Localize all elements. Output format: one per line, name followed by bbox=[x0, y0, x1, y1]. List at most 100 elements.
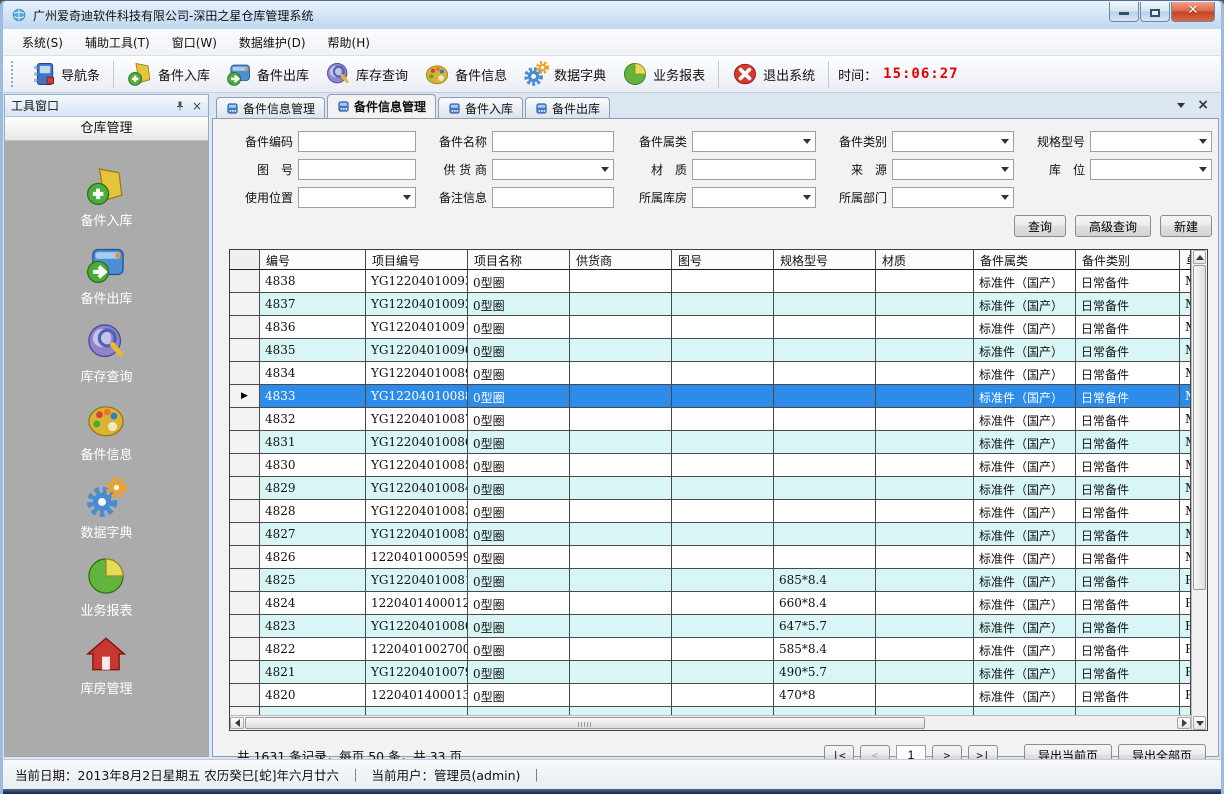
field-select[interactable] bbox=[692, 131, 816, 152]
table-row[interactable]: 4830YG122040100850型圈标准件（国产）日常备件M bbox=[230, 454, 1191, 477]
sidebar-group-header[interactable]: 仓库管理 bbox=[5, 117, 208, 141]
sidebar-item[interactable]: 备件入库 bbox=[80, 165, 132, 229]
table-cell bbox=[672, 454, 774, 477]
sidebar-item[interactable]: 备件信息 bbox=[80, 399, 132, 463]
field-select[interactable] bbox=[892, 187, 1014, 208]
scroll-up-button[interactable] bbox=[1193, 250, 1206, 264]
sidebar-item-label: 备件出库 bbox=[80, 288, 132, 307]
table-cell bbox=[876, 592, 974, 615]
table-row[interactable]: 4835YG122040100900型圈标准件（国产）日常备件M bbox=[230, 339, 1191, 362]
table-cell: 0型圈 bbox=[468, 454, 570, 477]
table-cell: M bbox=[1180, 454, 1191, 477]
table-cell bbox=[876, 431, 974, 454]
sidebar-item[interactable]: 库房管理 bbox=[80, 633, 132, 697]
field-select[interactable] bbox=[492, 159, 614, 180]
table-row[interactable]: 4825YG122040100810型圈685*8.4标准件（国产）日常备件PC bbox=[230, 569, 1191, 592]
field-select[interactable] bbox=[1090, 159, 1212, 180]
table-cell: 日常备件 bbox=[1076, 385, 1180, 408]
toolbar-button[interactable]: 备件出库 bbox=[218, 58, 317, 90]
toolbar-grip[interactable] bbox=[11, 61, 14, 87]
button-新建[interactable]: 新建 bbox=[1160, 215, 1212, 237]
table-cell bbox=[570, 385, 672, 408]
menu-item[interactable]: 帮助(H) bbox=[317, 29, 381, 56]
menu-item[interactable]: 数据维护(D) bbox=[228, 29, 317, 56]
table-row[interactable]: 4837YG122040100920型圈标准件（国产）日常备件M bbox=[230, 293, 1191, 316]
vertical-scrollbar[interactable] bbox=[1191, 250, 1207, 730]
table-row[interactable]: 482412204014000120型圈660*8.4标准件（国产）日常备件PC bbox=[230, 592, 1191, 615]
status-separator: ｜ bbox=[530, 765, 543, 784]
minimize-button[interactable] bbox=[1109, 2, 1139, 22]
table-cell bbox=[876, 500, 974, 523]
table-row[interactable]: 4836YG122040100910型圈标准件（国产）日常备件M bbox=[230, 316, 1191, 339]
menu-item[interactable]: 窗口(W) bbox=[161, 29, 228, 56]
stock-query-icon bbox=[325, 61, 351, 87]
table-cell: 4831 bbox=[260, 431, 366, 454]
table-cell bbox=[570, 661, 672, 684]
sidebar-item[interactable]: 库存查询 bbox=[80, 321, 132, 385]
toolbar-button[interactable]: 退出系统 bbox=[724, 58, 823, 90]
arrow-down-icon bbox=[1196, 721, 1204, 730]
table-row[interactable]: 4832YG122040100870型圈标准件（国产）日常备件M bbox=[230, 408, 1191, 431]
table-cell: 0型圈 bbox=[468, 500, 570, 523]
sidebar-item[interactable]: 业务报表 bbox=[80, 555, 132, 619]
horizontal-scrollbar[interactable] bbox=[230, 715, 1191, 730]
maximize-button[interactable] bbox=[1140, 2, 1170, 22]
table-row[interactable]: 4821YG122040100790型圈490*5.7标准件（国产）日常备件PC bbox=[230, 661, 1191, 684]
table-cell bbox=[876, 615, 974, 638]
table-row[interactable]: ▶4833YG122040100880型圈标准件（国产）日常备件M bbox=[230, 385, 1191, 408]
sidebar-close-icon[interactable]: × bbox=[192, 100, 202, 112]
table-row[interactable]: 482612204010005990型圈标准件（国产）日常备件M bbox=[230, 546, 1191, 569]
table-row[interactable]: 482212204010027000型圈585*8.4标准件（国产）日常备件PC bbox=[230, 638, 1191, 661]
vertical-scroll-thumb[interactable] bbox=[1193, 265, 1206, 590]
toolbar-button[interactable]: 数据字典 bbox=[515, 58, 614, 90]
field-select[interactable] bbox=[892, 131, 1014, 152]
tab-close-icon[interactable]: × bbox=[1197, 98, 1209, 112]
table-row[interactable]: 4827YG122040100820型圈标准件（国产）日常备件M bbox=[230, 523, 1191, 546]
table-row[interactable] bbox=[230, 707, 1191, 715]
close-button[interactable]: ✕ bbox=[1171, 2, 1215, 22]
table-row[interactable]: 4834YG122040100890型圈标准件（国产）日常备件M bbox=[230, 362, 1191, 385]
tab-备件入库[interactable]: 备件入库 bbox=[438, 97, 523, 118]
toolbar-button[interactable]: 库存查询 bbox=[317, 58, 416, 90]
field-input[interactable] bbox=[298, 159, 416, 180]
scroll-left-button[interactable] bbox=[230, 717, 244, 729]
table-cell: 4821 bbox=[260, 661, 366, 684]
pin-icon[interactable] bbox=[174, 100, 186, 112]
toolbar-button[interactable]: 导航条 bbox=[22, 58, 108, 90]
table-cell bbox=[876, 316, 974, 339]
table-cell: YG12204010091 bbox=[366, 316, 468, 339]
sidebar-item[interactable]: 数据字典 bbox=[80, 477, 132, 541]
field-input[interactable] bbox=[492, 187, 614, 208]
field-select[interactable] bbox=[298, 187, 416, 208]
menu-bar: 系统(S)辅助工具(T)窗口(W)数据维护(D)帮助(H) bbox=[3, 29, 1221, 56]
menu-item[interactable]: 辅助工具(T) bbox=[74, 29, 161, 56]
table-row[interactable]: 4838YG122040100930型圈标准件（国产）日常备件M bbox=[230, 270, 1191, 293]
menu-item[interactable]: 系统(S) bbox=[11, 29, 74, 56]
field-input[interactable] bbox=[692, 159, 816, 180]
field-select[interactable] bbox=[1090, 131, 1212, 152]
table-row[interactable]: 4831YG122040100860型圈标准件（国产）日常备件M bbox=[230, 431, 1191, 454]
table-row[interactable]: 482012204014000130型圈470*8标准件（国产）日常备件PC bbox=[230, 684, 1191, 707]
tab-备件出库[interactable]: 备件出库 bbox=[525, 97, 610, 118]
horizontal-scroll-thumb[interactable] bbox=[245, 717, 925, 729]
scroll-down-button[interactable] bbox=[1193, 716, 1206, 730]
tab-list-dropdown-icon[interactable] bbox=[1177, 103, 1185, 112]
tab-备件信息管理[interactable]: 备件信息管理 bbox=[216, 97, 325, 118]
field-input[interactable] bbox=[492, 131, 614, 152]
tab-备件信息管理[interactable]: 备件信息管理 bbox=[327, 94, 436, 118]
table-row[interactable]: 4823YG122040100800型圈647*5.7标准件（国产）日常备件PC bbox=[230, 615, 1191, 638]
field-select[interactable] bbox=[892, 159, 1014, 180]
table-row[interactable]: 4829YG122040100840型圈标准件（国产）日常备件M bbox=[230, 477, 1191, 500]
table-row[interactable]: 4828YG122040100830型圈标准件（国产）日常备件M bbox=[230, 500, 1191, 523]
button-查询[interactable]: 查询 bbox=[1014, 215, 1066, 237]
field-input[interactable] bbox=[298, 131, 416, 152]
button-高级查询[interactable]: 高级查询 bbox=[1075, 215, 1151, 237]
field-select[interactable] bbox=[692, 187, 816, 208]
table-cell bbox=[570, 592, 672, 615]
toolbar-button[interactable]: 备件信息 bbox=[416, 58, 515, 90]
table-cell: 日常备件 bbox=[1076, 638, 1180, 661]
toolbar-button[interactable]: 业务报表 bbox=[614, 58, 713, 90]
scroll-right-button[interactable] bbox=[1177, 717, 1191, 729]
toolbar-button[interactable]: 备件入库 bbox=[119, 58, 218, 90]
sidebar-item[interactable]: 备件出库 bbox=[80, 243, 132, 307]
